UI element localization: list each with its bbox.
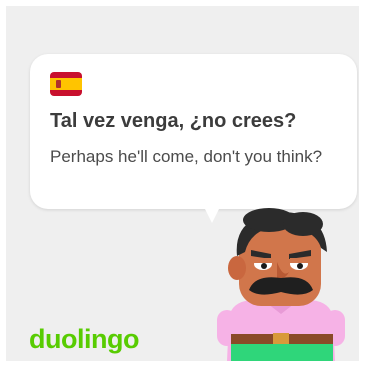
duolingo-logo: duolingo <box>29 324 139 354</box>
promo-card: Tal vez venga, ¿no crees? Perhaps he'll … <box>6 6 359 361</box>
spanish-sentence: Tal vez venga, ¿no crees? <box>50 110 297 132</box>
english-translation: Perhaps he'll come, don't you think? <box>50 147 323 166</box>
speech-bubble: Tal vez venga, ¿no crees? Perhaps he'll … <box>30 54 357 209</box>
mustached-man-character-icon <box>211 206 359 361</box>
spain-flag-icon <box>50 72 82 96</box>
